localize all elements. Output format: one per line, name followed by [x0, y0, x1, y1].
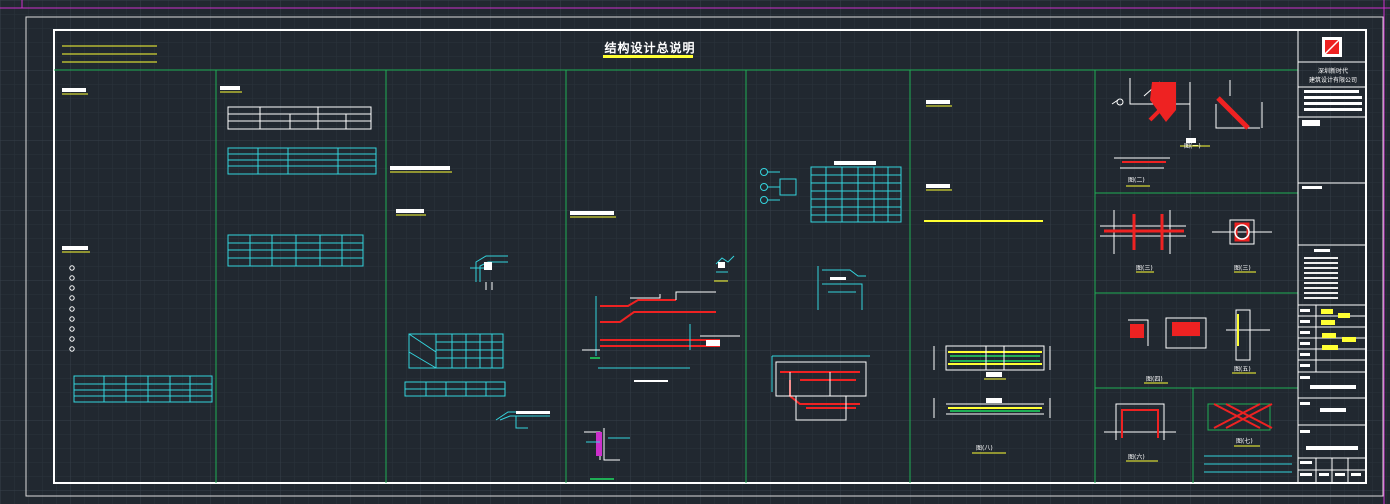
title-underline — [603, 55, 693, 58]
figure-caption-1: 图(一) — [1184, 143, 1201, 150]
drawing-title: 结构设计总说明 — [604, 41, 696, 55]
figure-caption-2: 图(二) — [1128, 177, 1145, 184]
figure-caption-8: 图(八) — [976, 445, 993, 452]
figure-caption-5: 图(五) — [1234, 366, 1251, 373]
company-name-line-2: 建筑设计有限公司 — [1308, 77, 1357, 84]
company-name-line-1: 深圳新时代 — [1317, 68, 1348, 75]
figure-caption-7: 图(七) — [1236, 438, 1253, 445]
figure-caption-3a: 图(三) — [1136, 265, 1153, 272]
figure-caption-6: 图(六) — [1128, 454, 1145, 461]
figure-caption-4: 图(四) — [1146, 376, 1163, 383]
drawing-canvas — [0, 0, 1390, 504]
title-block-notes — [1304, 257, 1338, 299]
figure-caption-3b: 图(三) — [1234, 265, 1251, 272]
